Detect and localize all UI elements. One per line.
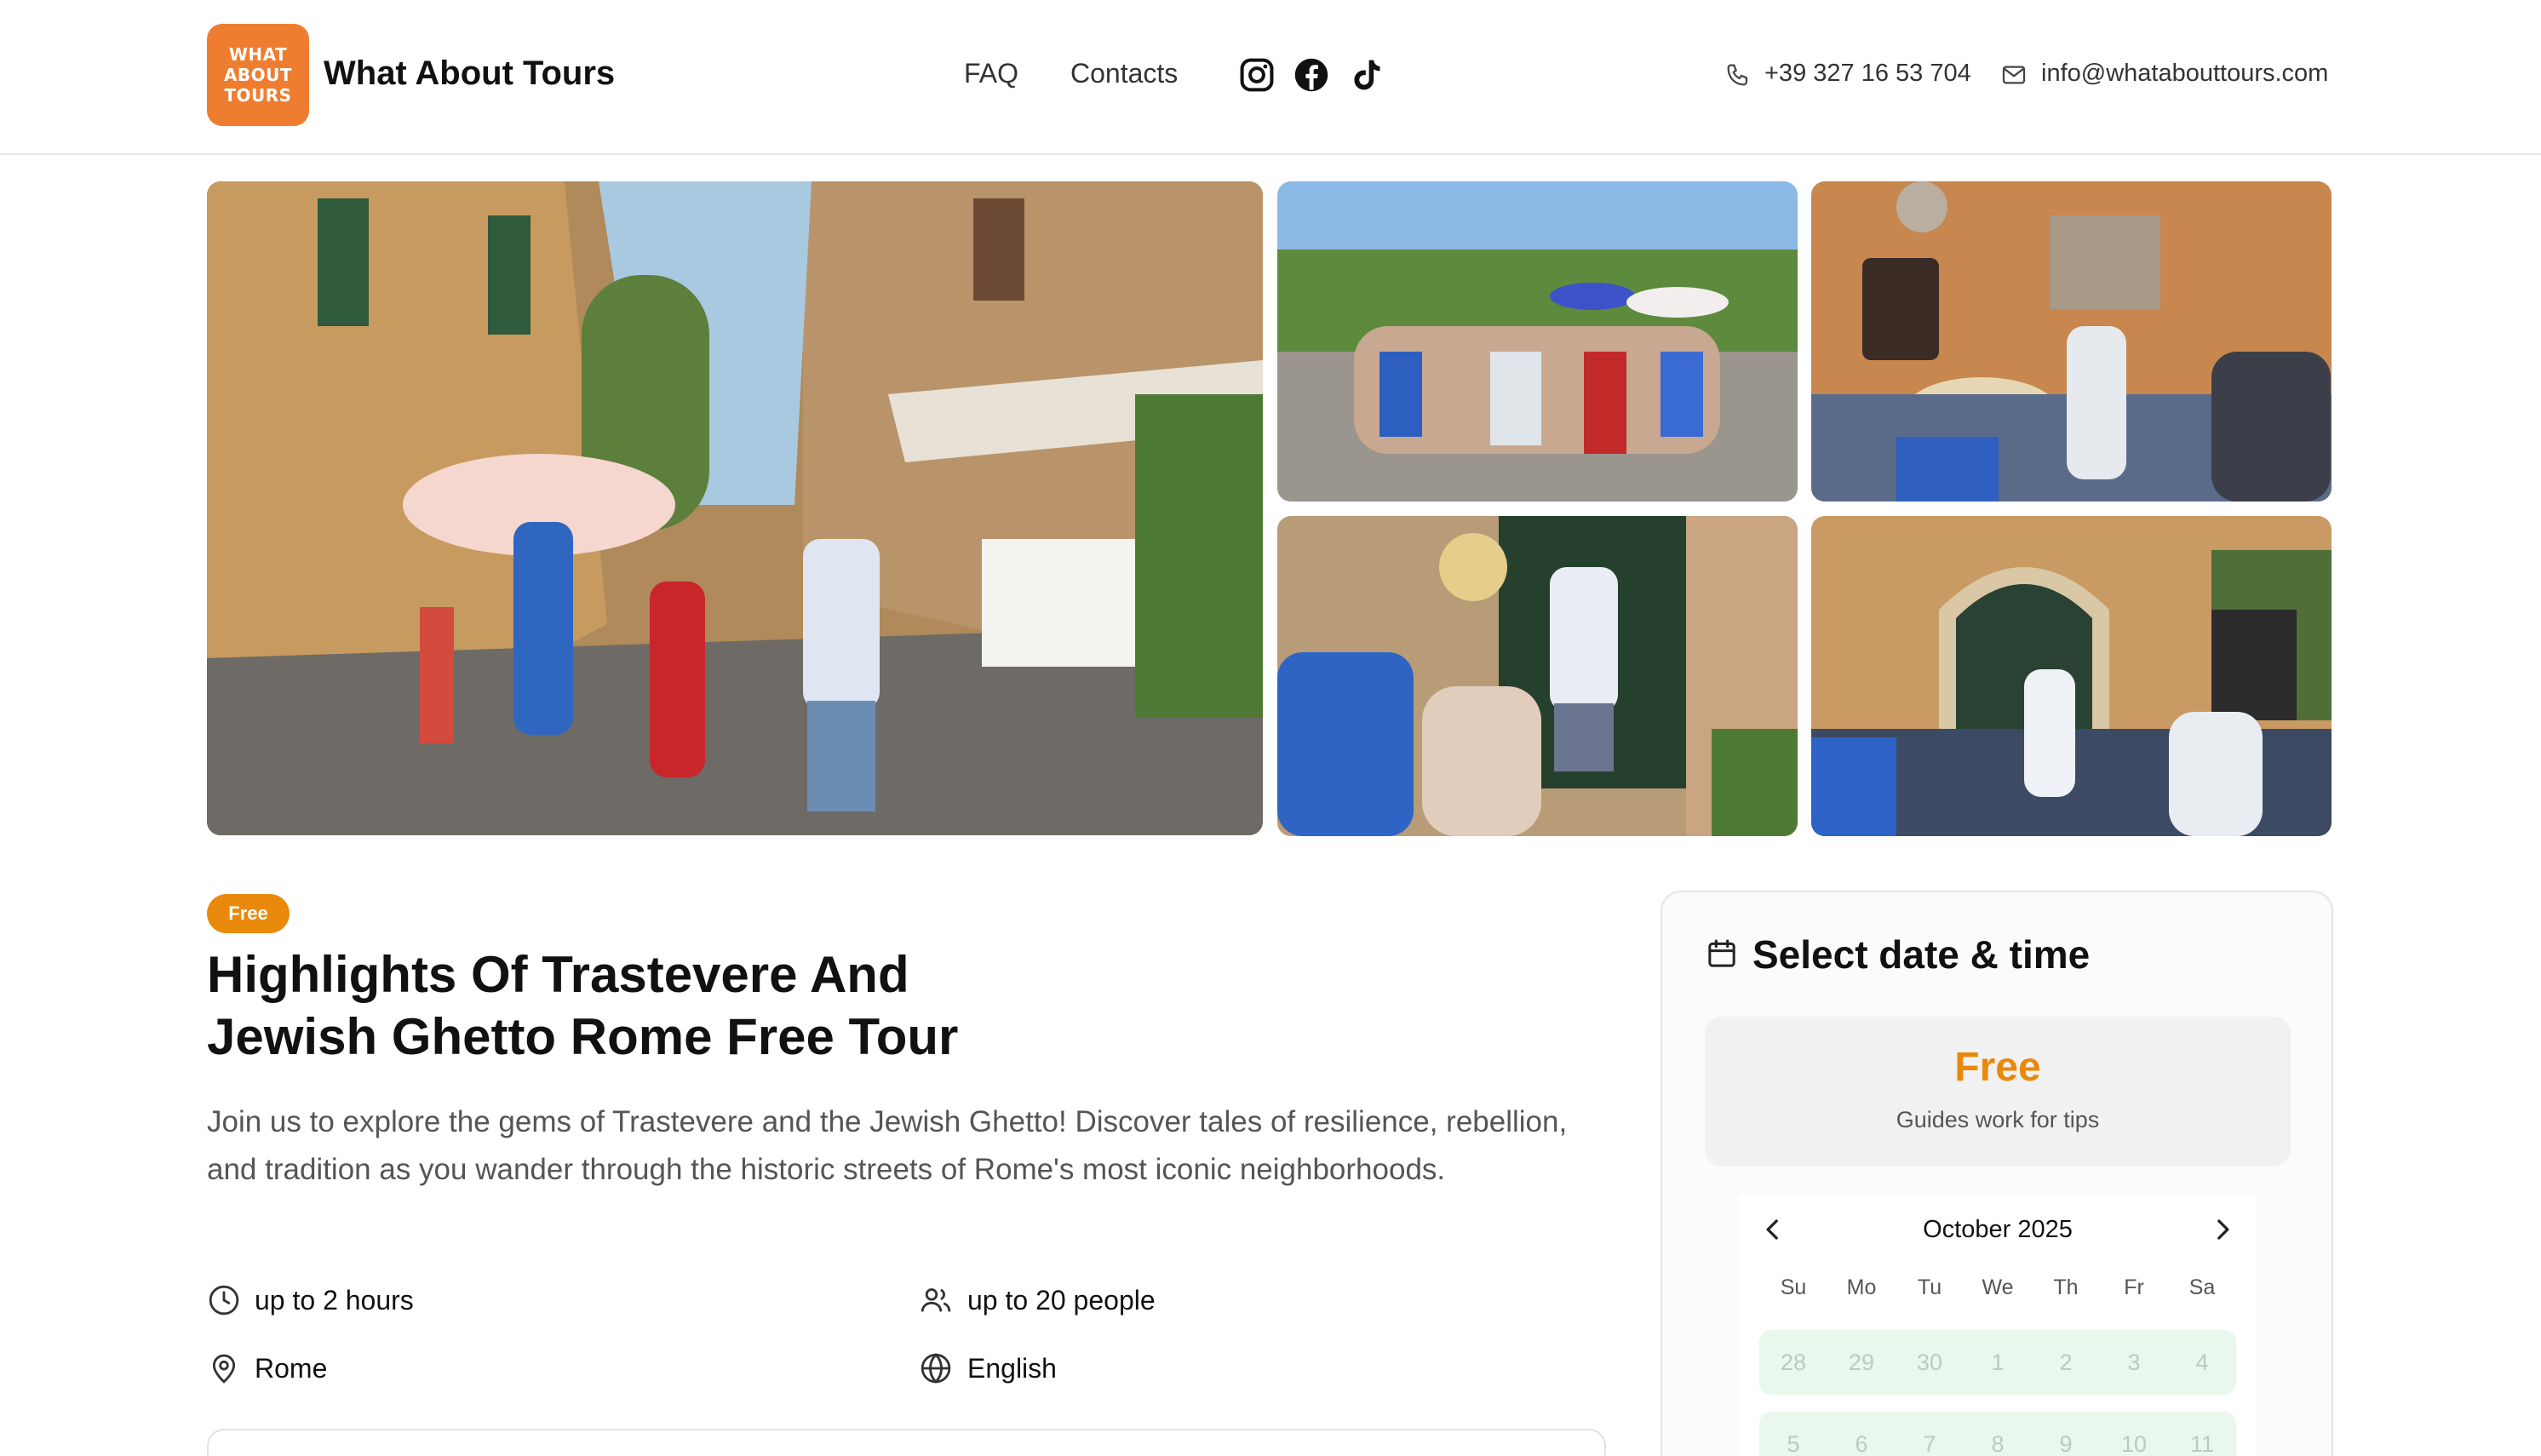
phone-icon [1724,61,1752,89]
calendar-day[interactable]: 6 [1827,1412,1896,1456]
duration: up to 2 hours [255,1285,414,1316]
calendar-day[interactable]: 7 [1896,1412,1964,1456]
calendar: October 2025 Su Mo Tu We Th Fr Sa 28 29 … [1739,1195,2257,1456]
tiktok-icon[interactable] [1347,56,1385,94]
calendar-day[interactable]: 5 [1759,1412,1827,1456]
price-box: Free Guides work for tips [1705,1017,2291,1167]
location: Rome [255,1353,328,1384]
calendar-day[interactable]: 4 [2168,1330,2236,1395]
weekday-label: Mo [1846,1275,1877,1299]
logo[interactable]: WHAT ABOUT TOURS [207,24,309,126]
group-size: up to 20 people [967,1285,1156,1316]
mail-icon [2000,61,2028,89]
facebook-icon[interactable] [1293,56,1330,94]
brand-name[interactable]: What About Tours [324,54,615,93]
weekday-label: Su [1780,1275,1807,1299]
nav-contacts[interactable]: Contacts [1070,58,1178,89]
calendar-day[interactable]: 10 [2100,1412,2168,1456]
phone-number[interactable]: +39 327 16 53 704 [1764,60,1971,88]
tour-title-line: Jewish Ghetto Rome Free Tour [207,1008,959,1065]
price-value: Free [1954,1045,2041,1090]
calendar-day[interactable]: 3 [2100,1330,2168,1395]
weekday-label: Fr [2124,1275,2144,1299]
logo-line: TOURS [224,85,292,106]
logo-line: WHAT [228,44,288,65]
calendar-icon [1705,937,1739,971]
logo-line: ABOUT [223,65,293,85]
ghetto-wall-photo[interactable] [1811,181,2332,502]
next-month-chevron-right-icon[interactable] [2205,1212,2240,1247]
guide-door-photo[interactable] [1277,516,1798,836]
calendar-day[interactable]: 8 [1964,1412,2032,1456]
tour-description: Join us to explore the gems of Trastever… [207,1105,1568,1186]
nav-faq[interactable]: FAQ [964,58,1018,89]
details-card [207,1429,1606,1456]
calendar-day[interactable]: 28 [1759,1330,1827,1395]
site-header: WHAT ABOUT TOURS What About Tours FAQ Co… [0,0,2541,155]
location-pin-icon [207,1351,241,1385]
calendar-day[interactable]: 1 [1964,1330,2032,1395]
calendar-day[interactable]: 11 [2168,1412,2236,1456]
group-photo[interactable] [1277,181,1798,502]
arched-door-photo[interactable] [1811,516,2332,836]
calendar-day[interactable]: 2 [2032,1330,2100,1395]
language: English [967,1353,1057,1384]
clock-icon [207,1283,241,1317]
calendar-month: October 2025 [1923,1216,2073,1243]
price-note: Guides work for tips [1896,1107,2100,1132]
trastevere-street-photo[interactable] [207,181,1263,835]
tour-title-line: Highlights Of Trastevere And [207,946,909,1003]
instagram-icon[interactable] [1238,56,1276,94]
email-address[interactable]: info@whatabouttours.com [2041,60,2328,88]
calendar-day[interactable]: 9 [2032,1412,2100,1456]
weekday-label: Th [2053,1275,2079,1299]
booking-panel: Select date & time Free Guides work for … [1661,891,2333,1456]
weekday-label: We [1982,1275,2014,1299]
booking-title: Select date & time [1752,932,2091,977]
globe-icon [919,1351,953,1385]
price-badge: Free [207,894,290,933]
weekday-label: Tu [1917,1275,1942,1299]
calendar-day[interactable]: 29 [1827,1330,1896,1395]
calendar-day[interactable]: 30 [1896,1330,1964,1395]
users-icon [919,1283,953,1317]
tour-title: Highlights Of Trastevere And Jewish Ghet… [207,943,1229,1068]
weekday-label: Sa [2188,1275,2216,1299]
